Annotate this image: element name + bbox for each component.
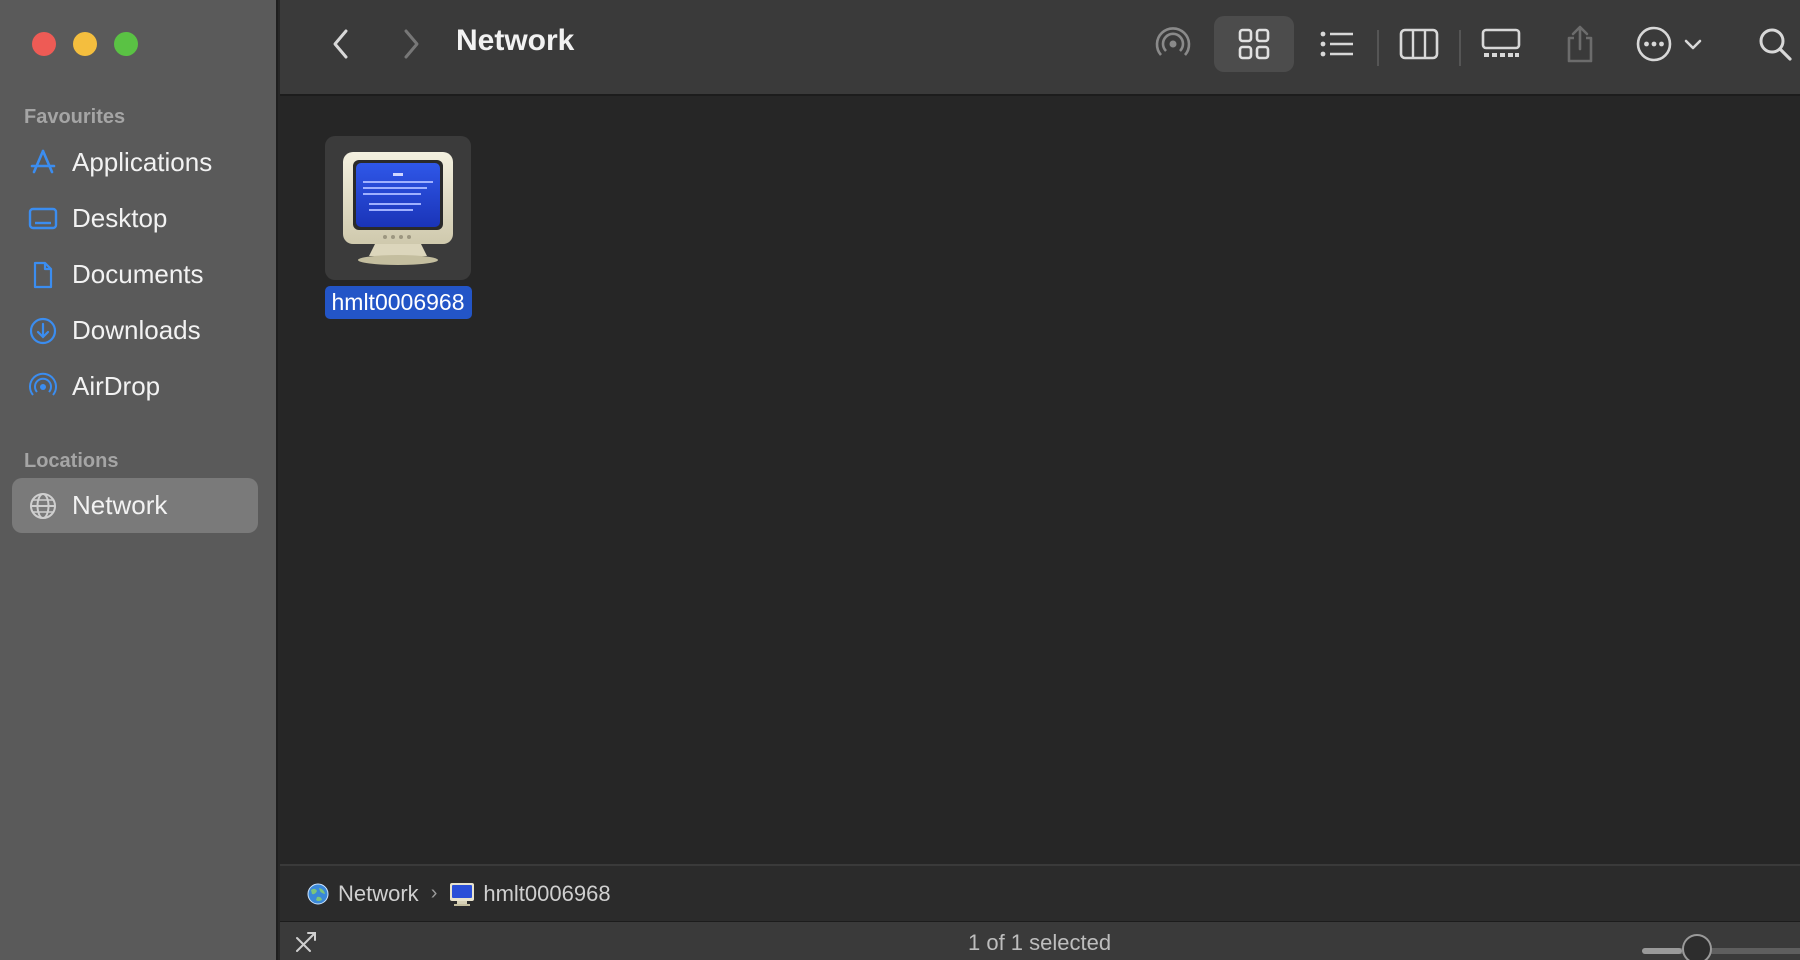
list-view-icon (1320, 31, 1353, 57)
airdrop-icon (1155, 27, 1191, 56)
applications-icon (26, 146, 60, 180)
gallery-view-button[interactable] (1466, 16, 1536, 72)
selection-status: 1 of 1 selected (968, 930, 1112, 955)
search-icon (1759, 28, 1792, 61)
chevron-right-icon: › (430, 882, 438, 904)
computer-monitor-icon (450, 882, 475, 906)
toolbar-separator (1459, 30, 1461, 66)
locations-section-title: Locations (24, 450, 119, 472)
file-name-label[interactable]: hmlt0006968 (324, 286, 472, 319)
chevron-right-icon (404, 29, 419, 59)
sidebar-item-label: Downloads (72, 315, 201, 345)
icon-size-slider-fill (1642, 948, 1682, 954)
ellipsis-circle-icon (1636, 26, 1672, 62)
status-bar: 1 of 1 selected (280, 921, 1800, 960)
sidebar-item-label: Desktop (72, 203, 168, 233)
more-actions-button[interactable] (1624, 16, 1714, 72)
path-segment-network[interactable]: Network (306, 881, 419, 907)
network-globe-icon (307, 883, 329, 904)
network-globe-icon (26, 489, 60, 523)
list-view-button[interactable] (1302, 16, 1372, 72)
window-title: Network (456, 24, 575, 57)
file-item[interactable]: hmlt0006968 (312, 136, 484, 319)
computer-monitor-icon (343, 152, 453, 265)
column-view-button[interactable] (1384, 16, 1454, 72)
search-button[interactable] (1750, 16, 1800, 72)
document-icon (26, 258, 60, 292)
path-segment-label: hmlt0006968 (483, 880, 611, 906)
window-controls (32, 32, 138, 56)
icon-size-slider[interactable] (1642, 948, 1800, 954)
desktop-icon (26, 202, 60, 236)
sidebar-item-downloads[interactable]: Downloads (12, 303, 258, 358)
back-button[interactable] (316, 16, 366, 72)
sidebar: Favourites Applications Desktop Document… (0, 0, 278, 960)
path-bar: Network › hmlt0006968 (280, 864, 1800, 921)
zoom-window-button[interactable] (114, 32, 138, 56)
toolbar-separator (1377, 30, 1379, 66)
grid-view-icon (1238, 28, 1270, 60)
chevron-left-icon (333, 29, 348, 59)
share-button[interactable] (1550, 16, 1610, 72)
icon-size-slider-handle[interactable] (1682, 934, 1712, 960)
close-window-button[interactable] (32, 32, 56, 56)
sidebar-item-label: Network (72, 490, 168, 520)
share-icon (1567, 25, 1593, 63)
favourites-section-title: Favourites (24, 106, 126, 128)
connect-disconnect-icon[interactable] (294, 930, 318, 954)
forward-button[interactable] (386, 16, 436, 72)
sidebar-item-documents[interactable]: Documents (12, 247, 258, 302)
gallery-view-icon (1481, 28, 1521, 57)
sidebar-item-label: Applications (72, 147, 213, 177)
file-thumbnail[interactable] (325, 136, 471, 280)
sidebar-item-network[interactable]: Network (12, 478, 258, 533)
path-segment-label: Network (338, 880, 419, 906)
sidebar-item-label: AirDrop (72, 371, 161, 401)
download-icon (26, 314, 60, 348)
icon-view-button[interactable] (1214, 16, 1294, 72)
toolbar: Network (280, 0, 1800, 96)
airdrop-icon (26, 370, 60, 404)
column-view-icon (1399, 28, 1439, 60)
sidebar-item-airdrop[interactable]: AirDrop (12, 359, 258, 414)
sidebar-item-desktop[interactable]: Desktop (12, 191, 258, 246)
file-browser-content[interactable]: hmlt0006968 (280, 98, 1800, 864)
airdrop-button[interactable] (1142, 16, 1204, 72)
minimize-window-button[interactable] (73, 32, 97, 56)
chevron-down-icon (1684, 39, 1702, 50)
path-segment-computer[interactable]: hmlt0006968 (449, 880, 611, 907)
sidebar-item-label: Documents (72, 259, 204, 289)
sidebar-item-applications[interactable]: Applications (12, 135, 258, 190)
